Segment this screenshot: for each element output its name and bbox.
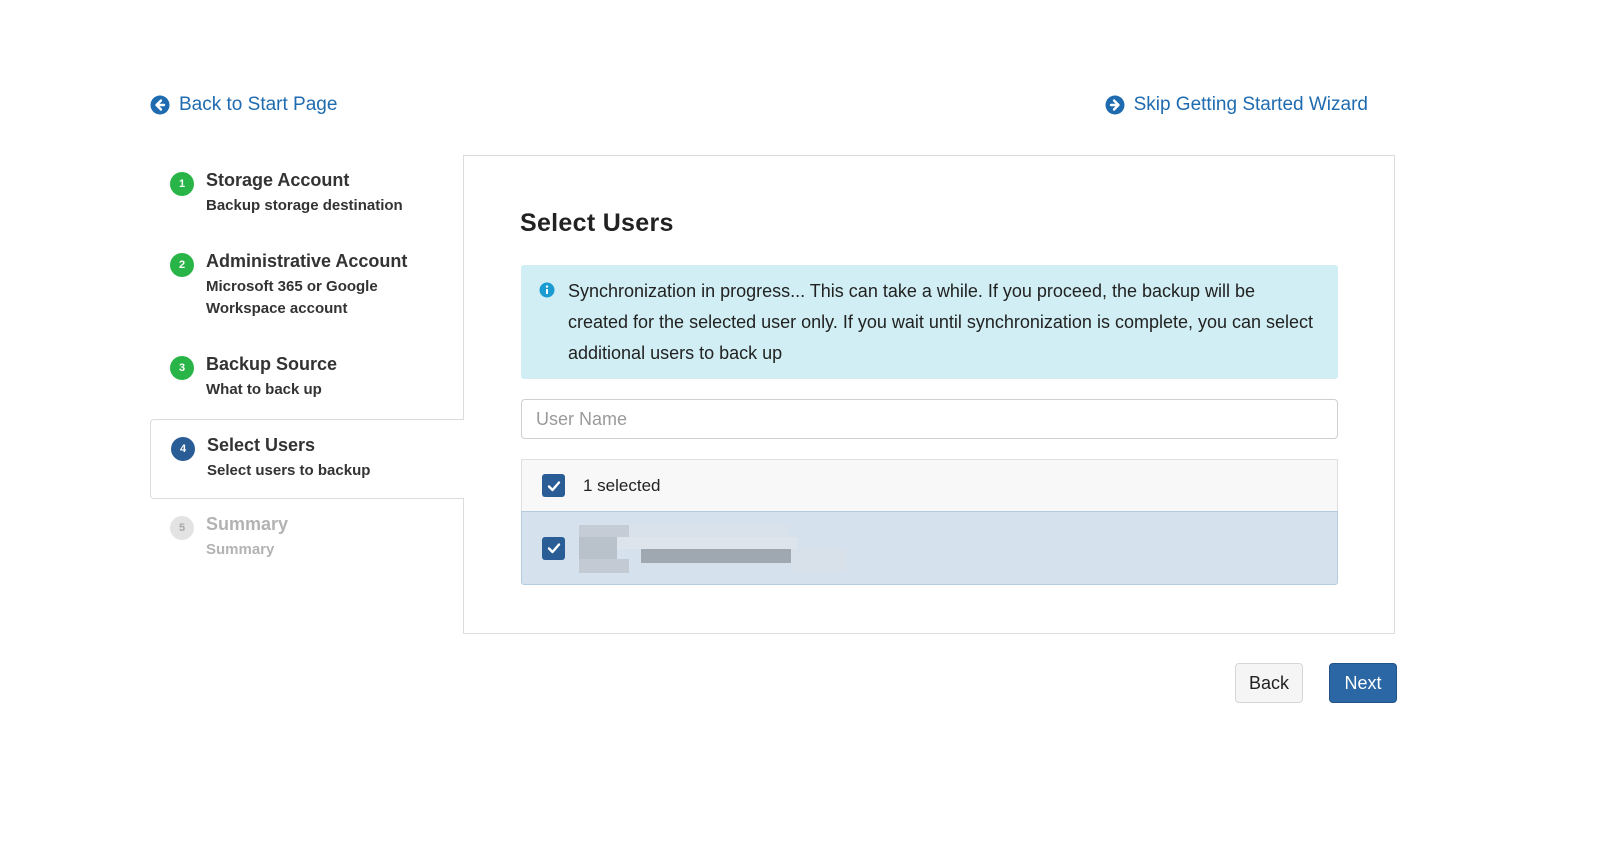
user-name-search-input[interactable]	[521, 399, 1338, 439]
back-button[interactable]: Back	[1235, 663, 1303, 703]
step-subtitle: Select users to backup	[207, 462, 371, 479]
step-select-users[interactable]: 4 Select Users Select users to backup	[150, 419, 464, 499]
step-subtitle: Backup storage destination	[206, 197, 403, 214]
check-icon	[547, 480, 560, 491]
back-to-start-label: Back to Start Page	[179, 94, 338, 115]
step-subtitle: What to back up	[206, 381, 322, 398]
step-title: Summary	[206, 514, 289, 534]
step-number: 5	[170, 516, 194, 540]
page-title: Select Users	[520, 209, 674, 237]
step-title: Storage Account	[206, 170, 350, 190]
select-all-checkbox[interactable]	[542, 474, 565, 497]
info-circle-icon	[539, 282, 555, 298]
selected-count: 1 selected	[583, 475, 661, 495]
check-icon	[547, 543, 560, 554]
step-subtitle: Summary	[206, 541, 275, 558]
step-title: Backup Source	[206, 354, 338, 374]
user-row[interactable]	[521, 511, 1338, 585]
arrow-circle-left-icon	[150, 95, 170, 115]
alert-text: Synchronization in progress... This can …	[568, 281, 1314, 363]
step-summary: 5 Summary Summary	[150, 499, 463, 579]
back-to-start-link[interactable]: Back to Start Page	[150, 94, 337, 116]
redacted-user-name	[579, 523, 849, 573]
arrow-circle-right-icon	[1105, 95, 1125, 115]
step-number: 3	[170, 356, 194, 380]
step-title: Select Users	[207, 435, 316, 455]
select-users-panel: Select Users Synchronization in progress…	[463, 155, 1395, 634]
step-number: 2	[170, 253, 194, 277]
user-list: 1 selected	[521, 459, 1338, 585]
step-subtitle: Microsoft 365 or Google Workspace accoun…	[206, 278, 378, 317]
user-checkbox[interactable]	[542, 536, 565, 560]
step-number: 4	[171, 437, 195, 461]
step-number: 1	[170, 172, 194, 196]
sync-info-alert: Synchronization in progress... This can …	[521, 265, 1338, 379]
step-title: Administrative Account	[206, 251, 408, 271]
step-administrative-account[interactable]: 2 Administrative Account Microsoft 365 o…	[150, 236, 463, 339]
skip-wizard-link[interactable]: Skip Getting Started Wizard	[1105, 94, 1368, 116]
select-all-row: 1 selected	[521, 459, 1338, 511]
step-storage-account[interactable]: 1 Storage Account Backup storage destina…	[150, 155, 463, 236]
next-button[interactable]: Next	[1329, 663, 1397, 703]
wizard-steps: 1 Storage Account Backup storage destina…	[150, 155, 464, 579]
skip-wizard-label: Skip Getting Started Wizard	[1133, 94, 1368, 115]
step-backup-source[interactable]: 3 Backup Source What to back up	[150, 339, 463, 419]
